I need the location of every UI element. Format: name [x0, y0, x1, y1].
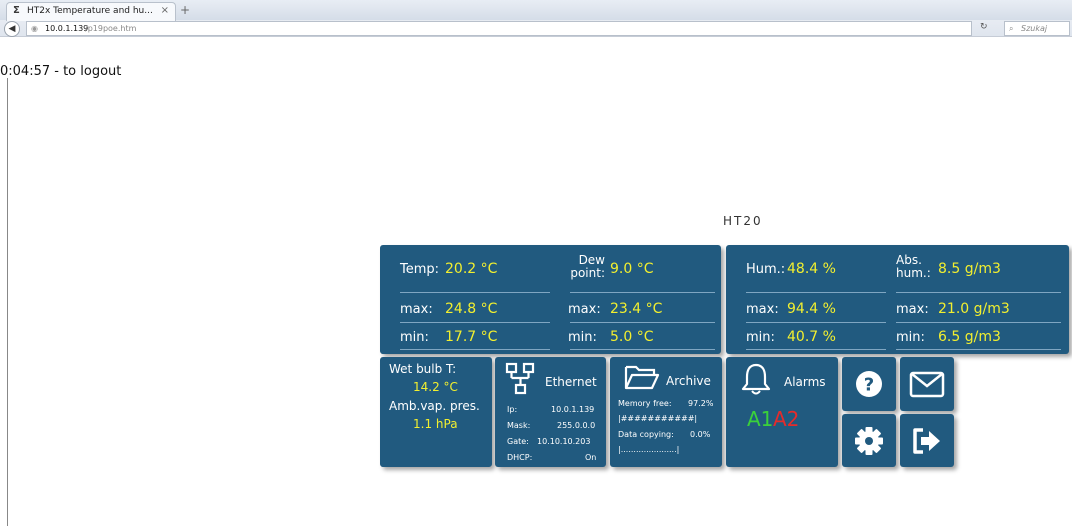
- hum-max-value: 94.4 %: [787, 301, 836, 317]
- archive-panel[interactable]: Archive Memory free: 97.2% |###########|…: [610, 357, 722, 467]
- divider: [570, 292, 715, 293]
- divider: [400, 292, 550, 293]
- wet-bulb-panel: Wet bulb T: 14.2 °C Amb.vap. pres. 1.1 h…: [380, 357, 492, 467]
- tab-bar: Σ HT2x Temperature and hu... × +: [0, 0, 1072, 21]
- globe-icon: ◉: [31, 24, 38, 33]
- humidity-panel: Hum.: 48.4 % Abs. hum.: 8.5 g/m3 max: 94.…: [726, 245, 1069, 354]
- data-copying-value: 0.0%: [690, 430, 711, 439]
- folder-icon: [624, 365, 660, 390]
- memory-free-value: 97.2%: [688, 399, 714, 408]
- logout-icon: [913, 428, 940, 454]
- hum-label: Hum.:: [746, 262, 786, 277]
- wet-bulb-value: 14.2 °C: [413, 380, 458, 394]
- divider: [570, 322, 715, 323]
- help-button[interactable]: ?: [842, 357, 896, 411]
- dew-value: 9.0 °C: [610, 261, 654, 277]
- dew-max-value: 23.4 °C: [610, 301, 663, 317]
- gate-value: 10.10.10.203: [537, 437, 591, 446]
- abs-hum-label: Abs. hum.:: [896, 254, 932, 280]
- bell-icon: [741, 363, 771, 395]
- abs-hum-value: 8.5 g/m3: [938, 261, 1001, 277]
- temp-min-label: min:: [400, 330, 429, 345]
- alarms-title: Alarms: [784, 375, 826, 389]
- page-border: [7, 78, 8, 526]
- archive-title: Archive: [666, 374, 711, 388]
- network-icon: [505, 362, 535, 395]
- abs-max-value: 21.0 g/m3: [938, 301, 1010, 317]
- mask-value: 255.0.0.0: [557, 421, 596, 430]
- abs-min-label: min:: [896, 330, 925, 345]
- dew-label: Dew point:: [567, 254, 605, 280]
- search-input[interactable]: ⌕ Szukaj: [1004, 21, 1070, 36]
- back-button[interactable]: ◀: [4, 21, 20, 37]
- amb-vap-value: 1.1 hPa: [413, 417, 458, 431]
- dew-min-label: min:: [568, 330, 597, 345]
- search-icon: ⌕: [1009, 24, 1014, 33]
- divider: [746, 349, 886, 350]
- temp-label: Temp:: [400, 262, 440, 277]
- dew-min-value: 5.0 °C: [610, 329, 654, 345]
- temp-value: 20.2 °C: [445, 261, 498, 277]
- temp-min-value: 17.7 °C: [445, 329, 498, 345]
- data-copying-label: Data copying:: [618, 430, 674, 439]
- address-bar[interactable]: ◉ 10.0.1.139 /p19poe.htm: [26, 21, 972, 36]
- wet-bulb-label: Wet bulb T:: [389, 362, 457, 376]
- abs-label-line2: hum.:: [896, 266, 931, 280]
- search-placeholder: Szukaj: [1021, 24, 1048, 33]
- mail-button[interactable]: [900, 357, 954, 411]
- close-tab-icon[interactable]: ×: [161, 5, 169, 16]
- hum-min-value: 40.7 %: [787, 329, 836, 345]
- amb-vap-label: Amb.vap. pres.: [389, 399, 480, 413]
- ip-label: Ip:: [507, 405, 518, 414]
- divider: [896, 292, 1061, 293]
- dew-label-line2: point:: [570, 266, 605, 280]
- browser-tab[interactable]: Σ HT2x Temperature and hu... ×: [6, 2, 176, 21]
- divider: [746, 322, 886, 323]
- favicon-icon: Σ: [13, 5, 20, 16]
- abs-min-value: 6.5 g/m3: [938, 329, 1001, 345]
- question-icon: ?: [856, 371, 882, 397]
- url-path: /p19poe.htm: [85, 24, 137, 33]
- abs-max-label: max:: [896, 302, 929, 317]
- dhcp-value: On: [585, 453, 597, 462]
- nav-bar: ◀ ◉ 10.0.1.139 /p19poe.htm ↻ ⌕ Szukaj: [0, 20, 1072, 37]
- divider: [896, 322, 1061, 323]
- alarm-a1: A1: [747, 407, 774, 431]
- data-copying-bar: |......................|: [618, 445, 680, 454]
- divider: [400, 322, 550, 323]
- divider: [746, 292, 886, 293]
- temp-max-value: 24.8 °C: [445, 301, 498, 317]
- dhcp-label: DHCP:: [507, 453, 533, 462]
- alarms-panel[interactable]: Alarms A1 A2: [726, 357, 838, 467]
- ip-value: 10.0.1.139: [551, 405, 595, 414]
- logout-timer: 0:04:57 - to logout: [0, 64, 122, 79]
- settings-button[interactable]: [842, 414, 896, 467]
- logout-button[interactable]: [900, 414, 954, 467]
- memory-free-label: Memory free:: [618, 399, 672, 408]
- divider: [400, 349, 550, 350]
- temperature-panel: Temp: 20.2 °C Dew point: 9.0 °C max: 24.8…: [380, 245, 721, 354]
- ethernet-panel[interactable]: Ethernet Ip: 10.0.1.139 Mask: 255.0.0.0 …: [495, 357, 606, 467]
- tab-title: HT2x Temperature and hu...: [27, 6, 153, 16]
- hum-min-label: min:: [746, 330, 775, 345]
- reload-icon[interactable]: ↻: [980, 22, 988, 32]
- svg-text:?: ?: [864, 375, 874, 396]
- alarm-a2: A2: [773, 407, 800, 431]
- divider: [570, 349, 715, 350]
- hum-max-label: max:: [746, 302, 779, 317]
- dew-max-label: max:: [568, 302, 601, 317]
- hum-value: 48.4 %: [787, 261, 836, 277]
- mask-label: Mask:: [507, 421, 531, 430]
- temp-max-label: max:: [400, 302, 433, 317]
- gate-label: Gate:: [507, 437, 529, 446]
- ethernet-title: Ethernet: [545, 375, 597, 389]
- memory-free-bar: |###########|: [618, 414, 698, 423]
- device-name: HT20: [723, 214, 763, 228]
- gear-icon: [855, 427, 883, 455]
- envelope-icon: [909, 371, 945, 398]
- divider: [896, 349, 1061, 350]
- new-tab-button[interactable]: +: [180, 3, 190, 17]
- url-host: 10.0.1.139: [45, 24, 89, 33]
